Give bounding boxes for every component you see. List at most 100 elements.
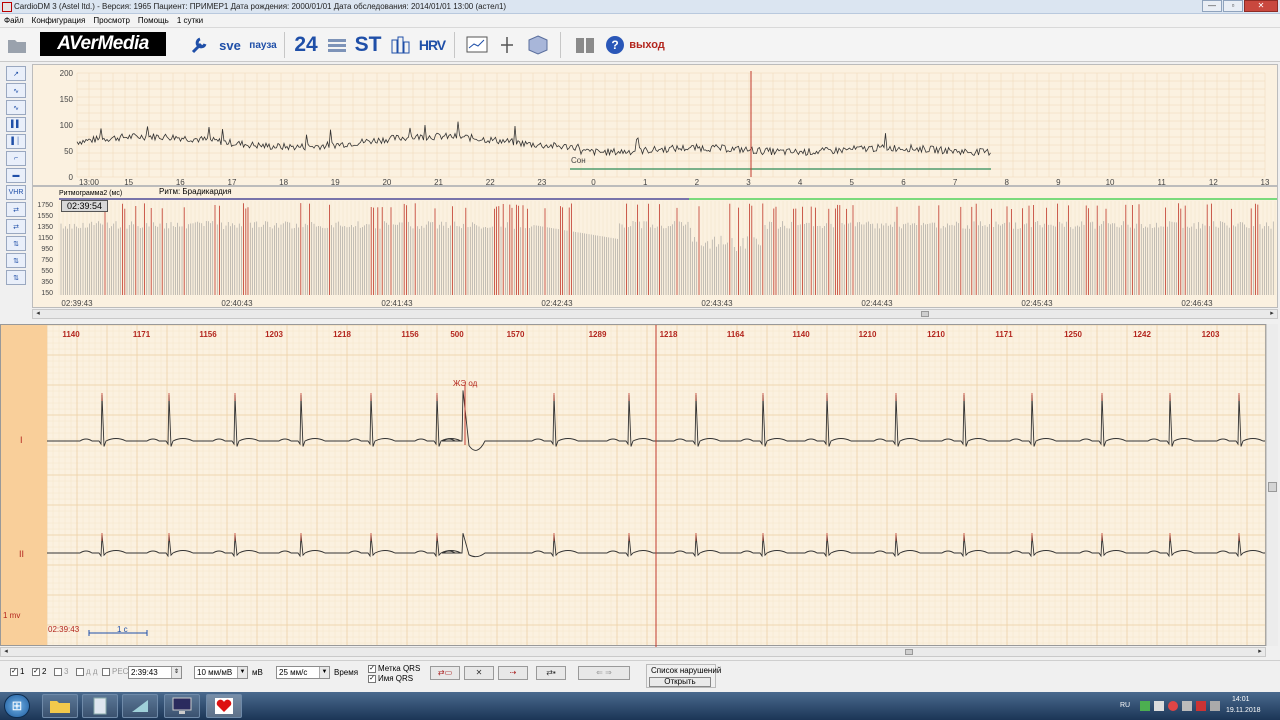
folder-icon[interactable] xyxy=(6,31,28,59)
sve-button[interactable]: sve xyxy=(216,31,244,59)
channel-3-toggle[interactable]: 3 xyxy=(54,667,68,676)
ecg-vscroll[interactable] xyxy=(1266,324,1278,646)
tray-record-icon[interactable] xyxy=(1168,701,1178,711)
pause-button[interactable]: пауза xyxy=(248,31,278,59)
maximize-button[interactable]: ▫ xyxy=(1223,0,1243,12)
layout-icon[interactable] xyxy=(326,31,348,59)
rhythmogram-panel[interactable]: 1750 1550 1350 1150 950 750 550 350 150 02:39:43 0… xyxy=(32,186,1278,308)
pause-label: пауза xyxy=(249,39,277,51)
qrs-mark-toggle[interactable]: ✓ Метка QRS xyxy=(368,664,420,673)
exit-button[interactable]: выход xyxy=(629,31,665,59)
delete-qrs-button[interactable]: ✕ xyxy=(464,666,494,680)
rr-value-label: 1210 xyxy=(859,330,877,339)
trend-tool-3[interactable]: ∿ xyxy=(6,100,26,115)
st-button[interactable]: ST xyxy=(354,31,382,59)
ecg-hscroll[interactable]: ◂ ▸ xyxy=(0,647,1266,657)
ecg-scroll-right-icon[interactable]: ▸ xyxy=(1255,648,1265,656)
tray-network-icon[interactable] xyxy=(1154,701,1164,711)
save-qrs-button[interactable]: ⇄▪ xyxy=(536,666,566,680)
trend-tool-6[interactable]: ⌐ xyxy=(6,151,26,166)
menu-day[interactable]: 1 сутки xyxy=(177,16,203,25)
menu-file[interactable]: Файл xyxy=(4,16,24,25)
trend-tool-1[interactable]: ↗ xyxy=(6,66,26,81)
checkbox-icon[interactable]: ✓ xyxy=(368,674,376,683)
mv-scale-label: 1 mv xyxy=(3,611,21,620)
columns-icon[interactable] xyxy=(388,31,412,59)
qrs-name-toggle[interactable]: ✓ Имя QRS xyxy=(368,674,413,683)
checkbox-icon[interactable]: ✓ xyxy=(368,664,376,673)
rhythm-tool-1[interactable]: ⇄ xyxy=(6,202,26,217)
menu-config[interactable]: Конфигурация xyxy=(32,16,86,25)
channel-1-toggle[interactable]: ✓ 1 xyxy=(10,667,24,676)
rr-value-label: 1156 xyxy=(401,330,419,339)
scroll-left-icon[interactable]: ◂ xyxy=(33,310,43,318)
rhythm-tool-4[interactable]: ⇅ xyxy=(6,253,26,268)
trend-tool-2[interactable]: ∿ xyxy=(6,83,26,98)
rhythm-tool-5[interactable]: ⇅ xyxy=(6,270,26,285)
channel-2-toggle[interactable]: ✓ 2 xyxy=(32,667,46,676)
cube-icon[interactable] xyxy=(526,31,550,59)
channel-4-label: д д xyxy=(86,667,98,676)
ecg-scroll-thumb[interactable] xyxy=(905,649,913,655)
monitor-icon[interactable] xyxy=(164,694,200,718)
channel-4-toggle[interactable]: д д xyxy=(76,667,98,676)
menu-view[interactable]: Просмотр xyxy=(93,16,130,25)
language-indicator[interactable]: RU xyxy=(1120,702,1130,709)
tray-volume-icon[interactable] xyxy=(1182,701,1192,711)
windows-start-icon[interactable]: ⊞ xyxy=(4,694,30,718)
arrow-right-button[interactable]: ⇢ xyxy=(498,666,528,680)
time-input[interactable]: 2:39:43 ⇕ xyxy=(128,666,182,679)
hr-trend-panel[interactable]: 200 150 100 50 0 13:00 15 16 17 18 19 20 21 22 23 0 1 2 3 4… xyxy=(32,64,1278,187)
resp-toggle[interactable]: РЕС xyxy=(102,667,128,676)
explorer-icon[interactable] xyxy=(42,694,78,718)
clock-time[interactable]: 14:01 xyxy=(1232,696,1250,703)
holter-24-button[interactable]: 24 xyxy=(292,31,320,59)
trend-tool-4[interactable]: ▌▌ xyxy=(6,117,26,132)
book-icon[interactable] xyxy=(572,31,598,59)
checkbox-icon[interactable]: ✓ xyxy=(10,667,18,676)
ecg-strip: 1140 1171 1156 1203 1218 1156 500 1570 1289 1218 1… xyxy=(22,325,1266,647)
close-button[interactable]: ✕ xyxy=(1244,0,1278,12)
menu-help[interactable]: Помощь xyxy=(138,16,169,25)
minimize-button[interactable]: — xyxy=(1202,0,1222,12)
notes-icon[interactable] xyxy=(122,694,158,718)
document-icon[interactable] xyxy=(82,694,118,718)
cardiodm-taskbar-icon[interactable] xyxy=(206,694,242,718)
rhythm-tool-3[interactable]: ⇅ xyxy=(6,236,26,251)
vhr-tool[interactable]: VHR xyxy=(6,185,26,200)
help-icon[interactable]: ? xyxy=(604,31,626,59)
checkbox-icon[interactable] xyxy=(76,667,84,676)
scroll-right-icon[interactable]: ▸ xyxy=(1267,310,1277,318)
cursor-icon[interactable] xyxy=(496,31,518,59)
ecg-scroll-left-icon[interactable]: ◂ xyxy=(1,648,11,656)
ecg-vscroll-thumb[interactable] xyxy=(1268,482,1277,492)
tray-app-icon[interactable] xyxy=(1140,701,1150,711)
chart-icon[interactable] xyxy=(464,31,490,59)
navigate-events-button[interactable]: ⇐ ⇒ xyxy=(578,666,630,680)
tray-alert-icon[interactable] xyxy=(1196,701,1206,711)
checkbox-icon[interactable] xyxy=(54,667,62,676)
checkbox-icon[interactable] xyxy=(102,667,110,676)
chevron-down-icon[interactable]: ▼ xyxy=(237,667,247,678)
wrench-icon[interactable] xyxy=(188,31,210,59)
ecg-panel[interactable]: 1140 1171 1156 1203 1218 1156 500 1570 1289 1218 1… xyxy=(0,324,1266,647)
gain-select[interactable]: 10 мм/мВ ▼ xyxy=(194,666,248,679)
speed-select[interactable]: 25 мм/с ▼ xyxy=(276,666,330,679)
rhythm-y-tick: 1350 xyxy=(37,224,53,231)
rhythm-tool-2[interactable]: ⇄ xyxy=(6,219,26,234)
trend-tool-7[interactable]: ▬ xyxy=(6,168,26,183)
hrv-button[interactable]: HRV xyxy=(418,31,446,59)
scroll-thumb[interactable] xyxy=(921,311,929,317)
exit-label: выход xyxy=(629,39,665,51)
trend-tool-5[interactable]: ▌│ xyxy=(6,134,26,149)
tray-power-icon[interactable] xyxy=(1210,701,1220,711)
clock-date[interactable]: 19.11.2018 xyxy=(1226,707,1261,714)
svg-text:?: ? xyxy=(611,38,618,52)
rhythm-hscroll[interactable]: ◂ ▸ xyxy=(32,309,1278,319)
chevron-down-icon[interactable]: ▼ xyxy=(319,667,329,678)
events-open-button[interactable]: Открыть xyxy=(649,677,711,687)
checkbox-icon[interactable]: ✓ xyxy=(32,667,40,676)
pvc-annotation[interactable]: ЖЭ од xyxy=(453,379,477,388)
add-qrs-button[interactable]: ⇄▭ xyxy=(430,666,460,680)
spinner-icon[interactable]: ⇕ xyxy=(171,667,181,678)
